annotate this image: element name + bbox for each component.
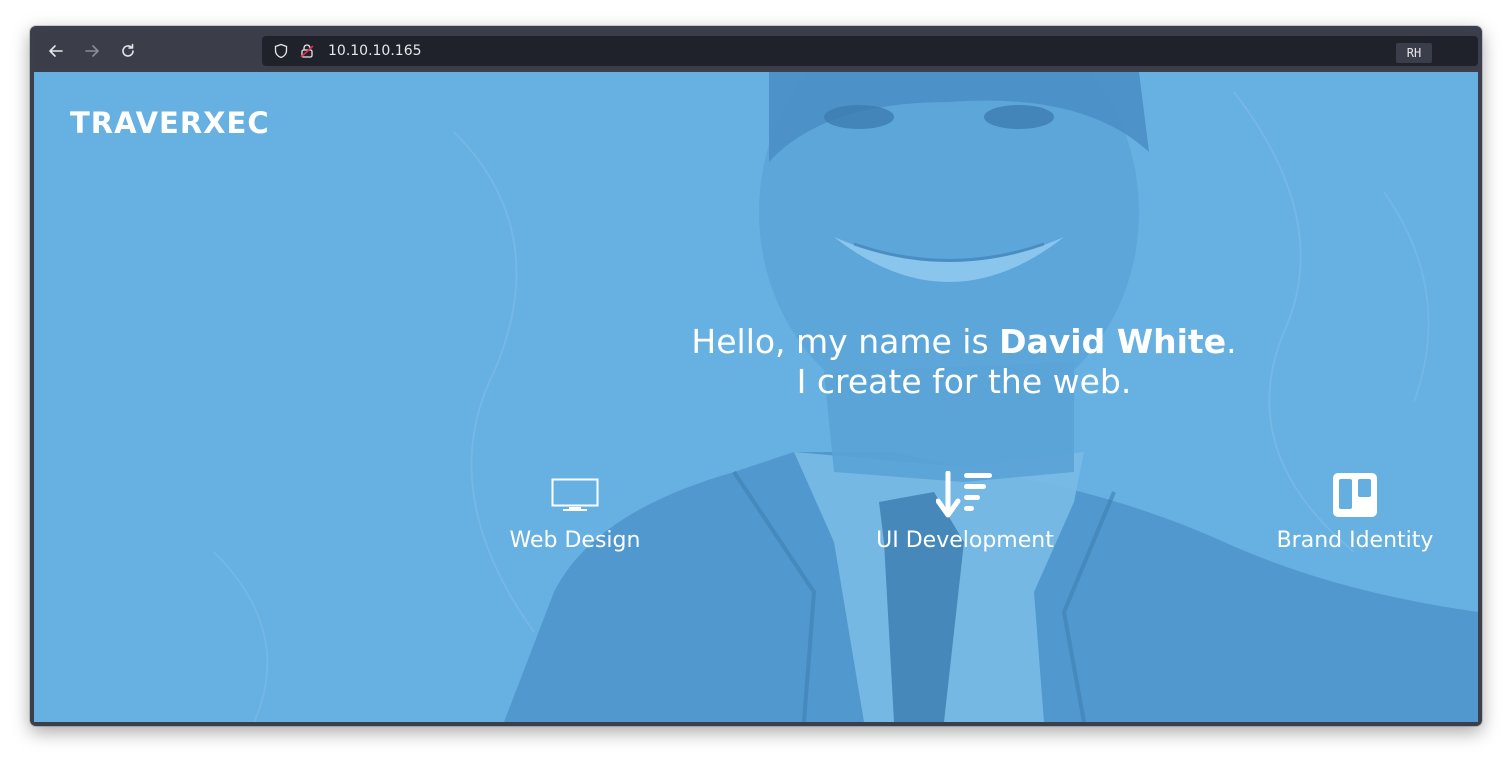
forward-arrow-icon [85,45,99,57]
back-arrow-icon [49,45,63,57]
hero-line-1: Hello, my name is David White. [664,322,1264,362]
insecure-lock-icon[interactable] [296,40,318,62]
reload-button[interactable] [110,35,146,67]
trello-board-icon [1333,473,1377,517]
web-page: TRAVERXEC Hello, my name is David White.… [34,72,1478,722]
service-ui-development: UI Development [845,470,1085,553]
hero-line-2: I create for the web. [796,362,1132,401]
url-bar[interactable]: 10.10.10.165 [262,36,1478,66]
service-label: Web Design [509,528,641,553]
hero-intro: Hello, my name is [691,322,1000,361]
service-brand-identity: Brand Identity [1235,470,1475,553]
browser-toolbar: 10.10.10.165 [34,32,1478,70]
service-label: Brand Identity [1276,528,1434,553]
back-button[interactable] [38,35,74,67]
browser-window: RH 10.10.10.165 TRAVERXEC Hello, my name… [30,26,1482,726]
nav-buttons [38,35,146,67]
reload-icon [122,43,134,57]
monitor-icon [551,478,599,511]
forward-button[interactable] [74,35,110,67]
service-web-design: Web Design [455,470,695,553]
hero-period: . [1226,322,1237,361]
sort-amount-down-icon [936,471,992,518]
window-badge: RH [1396,43,1432,63]
shield-icon[interactable] [270,40,292,62]
service-label: UI Development [876,528,1054,553]
url-text[interactable]: 10.10.10.165 [328,43,422,59]
hero-heading: Hello, my name is David White. I create … [664,322,1264,402]
hero-name: David White [999,322,1227,361]
site-brand[interactable]: TRAVERXEC [70,106,270,140]
